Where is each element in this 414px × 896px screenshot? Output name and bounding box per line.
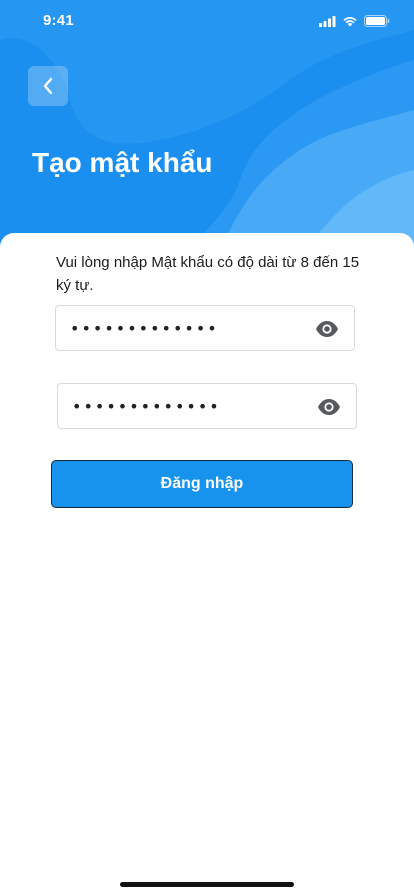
password-input[interactable] xyxy=(70,306,300,350)
password-field[interactable] xyxy=(55,305,355,351)
signal-icon xyxy=(319,15,336,27)
confirm-password-field[interactable] xyxy=(57,383,357,429)
eye-icon[interactable] xyxy=(315,319,339,339)
chevron-left-icon xyxy=(43,77,53,95)
battery-icon xyxy=(364,15,390,27)
header-banner: 9:41 Tạo mật khẩu xyxy=(0,0,414,270)
home-indicator xyxy=(120,882,294,887)
instruction-text: Vui lòng nhập Mật khẩu có độ dài từ 8 đế… xyxy=(56,254,360,294)
back-button[interactable] xyxy=(28,66,68,106)
eye-icon[interactable] xyxy=(317,397,341,417)
status-icons xyxy=(319,15,390,27)
status-bar: 9:41 xyxy=(0,0,414,44)
status-time: 9:41 xyxy=(43,12,74,29)
page-title: Tạo mật khẩu xyxy=(32,147,213,178)
wifi-icon xyxy=(343,17,357,27)
confirm-password-input[interactable] xyxy=(72,384,302,428)
login-button[interactable]: Đăng nhập xyxy=(51,460,353,508)
